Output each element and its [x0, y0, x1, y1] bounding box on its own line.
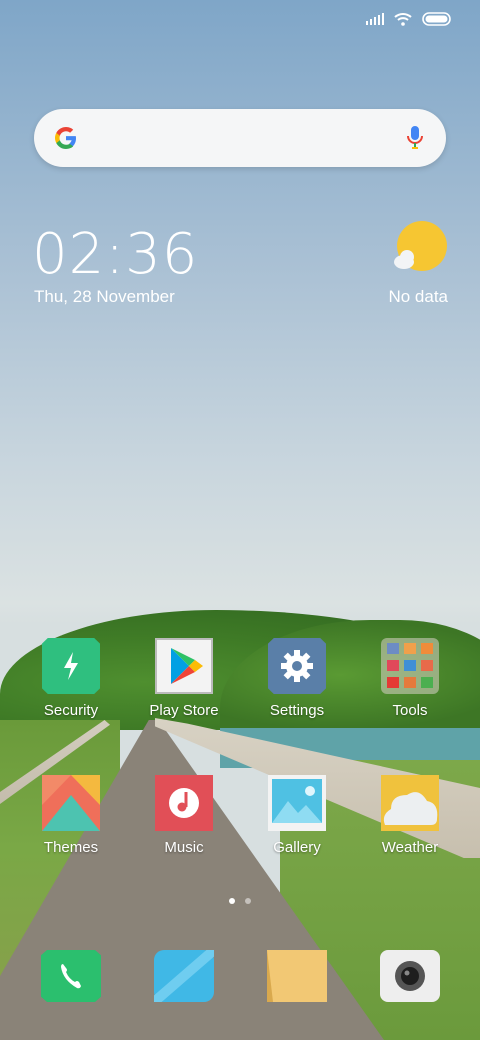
app-music[interactable]: Music — [134, 775, 234, 856]
app-folder-tools[interactable]: Tools — [360, 638, 460, 719]
weather-cloud-icon — [381, 775, 439, 831]
weather-status-text: No data — [388, 287, 448, 306]
dock-camera[interactable] — [360, 950, 460, 1002]
phone-icon — [41, 950, 101, 1002]
app-gallery[interactable]: Gallery — [247, 775, 347, 856]
battery-icon — [422, 12, 451, 26]
microphone-icon[interactable] — [406, 125, 424, 151]
app-label: Weather — [381, 839, 439, 856]
clock-date[interactable]: Thu, 28 November — [34, 287, 175, 307]
app-weather[interactable]: Weather — [360, 775, 460, 856]
app-label: Security — [43, 702, 99, 719]
app-play-store[interactable]: Play Store — [134, 638, 234, 719]
app-label: Gallery — [273, 839, 321, 856]
dock-notes[interactable] — [247, 950, 347, 1002]
messages-icon — [150, 946, 218, 1006]
clock-time[interactable]: 02:36 — [32, 222, 198, 287]
app-label: Tools — [392, 702, 428, 719]
dock-messages[interactable] — [134, 946, 234, 1006]
app-label: Settings — [269, 702, 325, 719]
google-search-bar[interactable] — [34, 109, 446, 167]
app-label: Themes — [43, 839, 99, 856]
gallery-mountain-icon — [268, 775, 326, 831]
status-bar — [366, 12, 452, 26]
folder-grid-icon — [381, 638, 439, 694]
music-note-icon — [155, 775, 213, 831]
gear-icon — [268, 638, 326, 694]
wifi-icon — [394, 13, 412, 26]
signal-bars-icon — [366, 13, 384, 25]
page-dot[interactable] — [245, 898, 251, 904]
google-logo-icon — [55, 127, 76, 149]
weather-widget[interactable]: No data — [378, 220, 448, 310]
security-shield-icon — [42, 638, 100, 694]
app-label: Play Store — [149, 702, 219, 719]
app-security[interactable]: Security — [21, 638, 121, 719]
notes-icon — [267, 950, 327, 1002]
dock-phone[interactable] — [21, 950, 121, 1002]
page-dot-active[interactable] — [229, 898, 235, 904]
camera-icon — [380, 950, 440, 1002]
app-settings[interactable]: Settings — [247, 638, 347, 719]
partly-sunny-icon — [394, 221, 447, 271]
play-store-icon — [155, 638, 213, 694]
themes-icon — [42, 775, 100, 831]
page-indicator — [0, 898, 480, 904]
app-label: Music — [164, 839, 204, 856]
app-themes[interactable]: Themes — [21, 775, 121, 856]
